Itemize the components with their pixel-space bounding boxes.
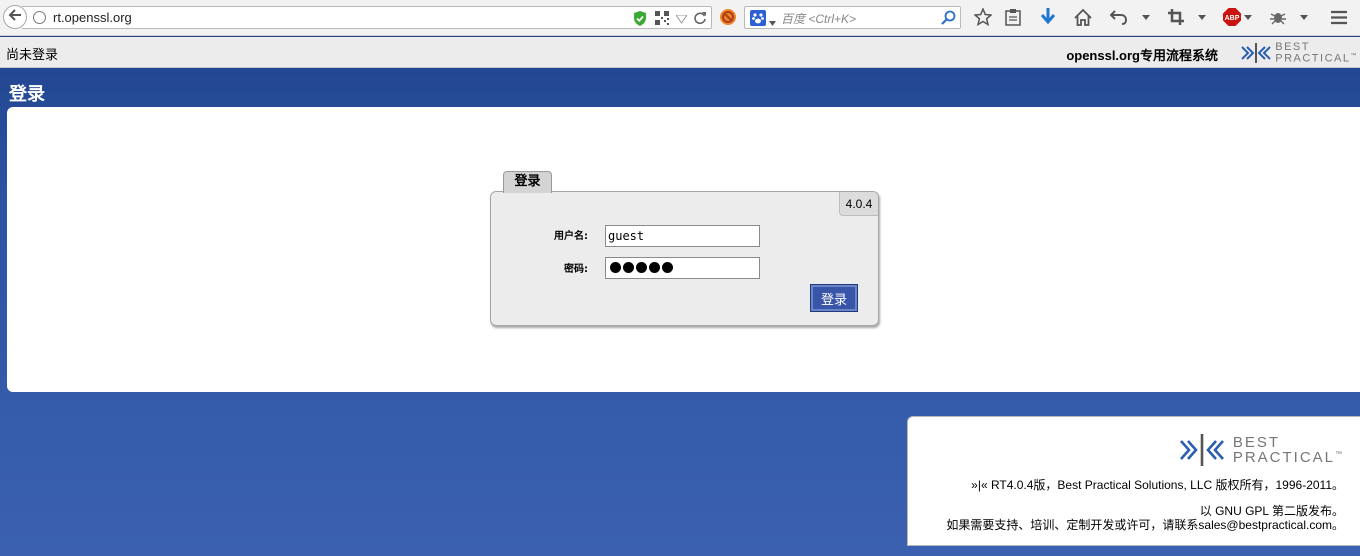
chevron-down-icon[interactable] bbox=[1294, 7, 1314, 27]
shield-check-icon[interactable] bbox=[633, 11, 647, 30]
password-dot bbox=[662, 262, 673, 273]
dropdown-arrow-icon[interactable] bbox=[675, 13, 688, 28]
back-arrow-icon bbox=[8, 8, 22, 26]
chevron-down-icon[interactable] bbox=[1136, 7, 1156, 27]
password-dot bbox=[649, 262, 660, 273]
password-mask bbox=[610, 262, 673, 273]
footer-panel: BEST PRACTICAL™ »|« RT4.0.4版，Best Practi… bbox=[907, 416, 1360, 546]
login-status: 尚未登录 bbox=[6, 48, 59, 63]
page-title: 登录 bbox=[9, 84, 45, 105]
login-submit-button[interactable]: 登录 bbox=[810, 284, 858, 312]
best-practical-logo[interactable]: BEST PRACTICAL™ bbox=[1239, 42, 1358, 65]
logo-word-best: BEST bbox=[1232, 434, 1280, 451]
crop-icon[interactable] bbox=[1166, 7, 1186, 27]
globe-icon bbox=[33, 11, 46, 24]
undo-icon[interactable] bbox=[1109, 7, 1129, 27]
password-input[interactable] bbox=[605, 257, 760, 279]
system-name: openssl.org专用流程系统 bbox=[1066, 48, 1218, 63]
menu-icon[interactable] bbox=[1329, 7, 1349, 27]
bookmark-star-icon[interactable] bbox=[973, 7, 993, 27]
rt-topbar: 尚未登录 openssl.org专用流程系统 BEST PRACTICAL™ bbox=[0, 37, 1360, 68]
addon-icon[interactable] bbox=[718, 7, 738, 27]
search-icon[interactable] bbox=[941, 10, 956, 29]
address-bar[interactable]: rt.openssl.org bbox=[22, 6, 712, 29]
home-icon[interactable] bbox=[1073, 7, 1093, 27]
contact-text: 如果需要支持、培训、定制开发或许可，请联系sales@bestpractical… bbox=[946, 518, 1344, 532]
version-badge: 4.0.4 bbox=[839, 192, 878, 216]
username-input[interactable] bbox=[605, 225, 760, 247]
logo-word-best: BEST bbox=[1275, 41, 1310, 53]
login-form: 4.0.4 用户名: 密码: 登录 bbox=[490, 191, 879, 326]
logo-word-practical: PRACTICAL bbox=[1232, 449, 1335, 466]
best-practical-mark-icon bbox=[1241, 43, 1271, 64]
username-label: 用户名: bbox=[554, 231, 588, 242]
password-dot bbox=[623, 262, 634, 273]
chevron-down-icon[interactable] bbox=[769, 15, 776, 30]
url-text[interactable]: rt.openssl.org bbox=[53, 10, 132, 25]
chevron-down-icon[interactable] bbox=[1238, 7, 1258, 27]
best-practical-mark-icon bbox=[1179, 434, 1224, 466]
reading-list-icon[interactable] bbox=[1003, 7, 1023, 27]
password-dot bbox=[636, 262, 647, 273]
copyright-text: »|« RT4.0.4版，Best Practical Solutions, L… bbox=[971, 478, 1344, 492]
browser-toolbar: rt.openssl.org 百度 <Ctrl+K> ABP bbox=[0, 0, 1360, 36]
password-label: 密码: bbox=[564, 264, 588, 275]
trademark-sign: ™ bbox=[1335, 451, 1344, 458]
bug-icon[interactable] bbox=[1268, 7, 1288, 27]
login-tab: 登录 bbox=[503, 171, 552, 193]
back-button[interactable] bbox=[3, 5, 27, 29]
footer-best-practical-logo[interactable]: BEST PRACTICAL™ bbox=[1177, 433, 1344, 467]
search-placeholder[interactable]: 百度 <Ctrl+K> bbox=[781, 10, 856, 27]
logo-word-practical: PRACTICAL bbox=[1275, 52, 1351, 65]
trademark-sign: ™ bbox=[1350, 53, 1358, 59]
qr-code-icon[interactable] bbox=[655, 11, 669, 29]
baidu-paw-icon[interactable] bbox=[750, 10, 766, 30]
password-dot bbox=[610, 262, 621, 273]
chevron-down-icon[interactable] bbox=[1192, 7, 1212, 27]
download-icon[interactable] bbox=[1038, 7, 1058, 27]
search-box[interactable]: 百度 <Ctrl+K> bbox=[744, 6, 961, 29]
reload-icon[interactable] bbox=[693, 11, 707, 29]
